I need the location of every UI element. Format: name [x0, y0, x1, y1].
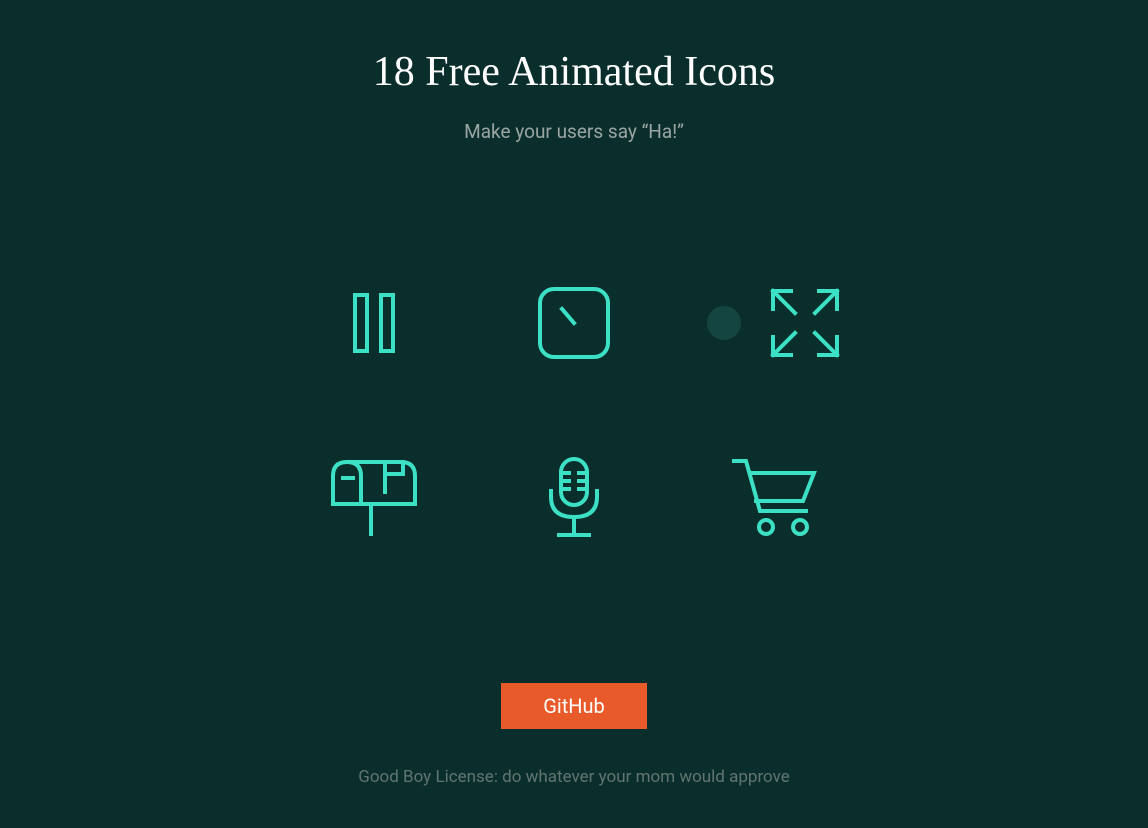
notification-dot-icon: [707, 306, 741, 340]
page-container: 18 Free Animated Icons Make your users s…: [0, 0, 1148, 787]
cart-icon[interactable]: [730, 457, 818, 539]
pause-icon[interactable]: [349, 291, 399, 355]
expand-icon[interactable]: [707, 287, 841, 359]
mailbox-icon[interactable]: [329, 458, 419, 538]
microphone-icon[interactable]: [545, 455, 603, 541]
page-subtitle: Make your users say “Ha!”: [464, 120, 684, 143]
page-title: 18 Free Animated Icons: [373, 48, 775, 96]
license-text: Good Boy License: do whatever your mom w…: [358, 767, 790, 787]
icon-grid: [274, 283, 874, 538]
clock-icon[interactable]: [536, 285, 612, 361]
github-button[interactable]: GitHub: [501, 683, 647, 729]
